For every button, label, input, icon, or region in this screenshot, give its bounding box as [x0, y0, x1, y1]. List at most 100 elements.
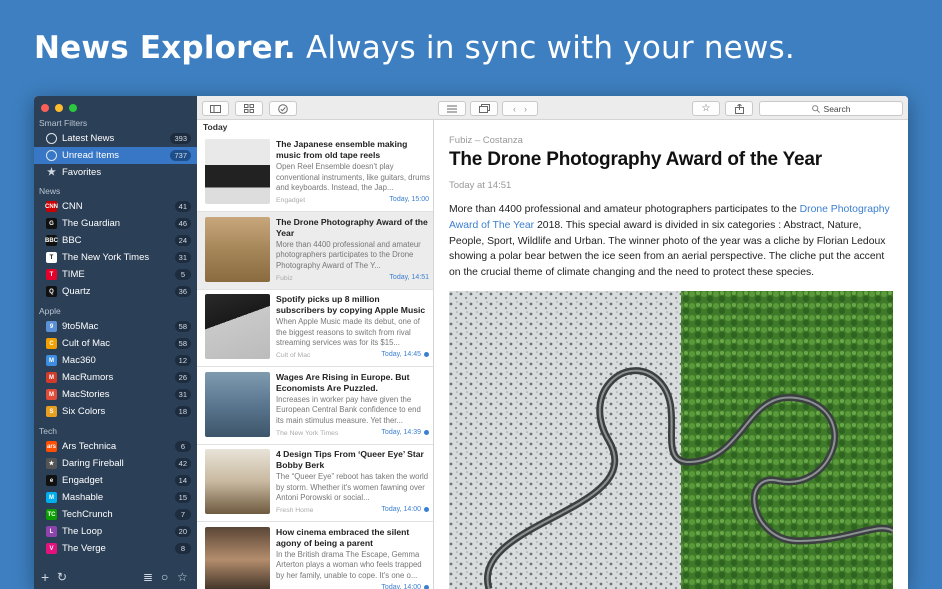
sidebar-item[interactable]: ars Ars Technica 6 [34, 438, 197, 455]
article-list-item[interactable]: Wages Are Rising in Europe. But Economis… [197, 367, 433, 445]
article-list-pane: Today The Japanese ensemble making music… [197, 96, 434, 589]
sidebar-item[interactable]: G The Guardian 46 [34, 215, 197, 232]
sidebar: Smart Filters Latest News 393 Unread Items 7… [34, 96, 197, 589]
open-in-browser-button[interactable] [470, 101, 498, 116]
source-logo-icon: L [46, 526, 57, 537]
article-item-time-text: Today, 14:39 [381, 428, 421, 436]
sidebar-item[interactable]: M Mac360 12 [34, 352, 197, 369]
unread-count-badge: 36 [174, 286, 191, 297]
unread-count-badge: 393 [170, 133, 191, 144]
article-list-item[interactable]: Spotify picks up 8 million subscribers b… [197, 289, 433, 367]
article-body-text: More than 4400 professional and amateur … [449, 204, 800, 215]
sidebar-item[interactable]: BBC BBC 24 [34, 232, 197, 249]
share-button[interactable] [725, 101, 753, 116]
reader-pane: ‹ › ☆ Search Fubiz – Costanza The Drone … [434, 96, 908, 589]
sidebar-item-label: Quartz [62, 286, 91, 297]
sidebar-item-label: TechCrunch [62, 509, 113, 520]
unread-count-badge: 31 [174, 389, 191, 400]
sidebar-item[interactable]: Q Quartz 36 [34, 283, 197, 300]
sidebar-item-label: TIME [62, 269, 85, 280]
article-item-title: Wages Are Rising in Europe. But Economis… [276, 371, 410, 393]
sidebar-item-label: 9to5Mac [62, 321, 99, 332]
list-view-icon[interactable]: ≣ [143, 570, 153, 584]
toggle-sidebar-button[interactable] [202, 101, 229, 116]
sidebar-footer: + ↻ ≣ ○ ☆ [34, 567, 197, 589]
article-item-title: 4 Design Tips From ‘Queer Eye’ Star Bobb… [276, 449, 424, 470]
article-item-title: The Japanese ensemble making music from … [276, 139, 408, 160]
add-feed-icon[interactable]: + [41, 569, 49, 585]
article-item-snippet: When Apple Music made its debut, one of … [276, 317, 420, 348]
sidebar-item[interactable]: S Six Colors 18 [34, 403, 197, 420]
unread-count-badge: 58 [174, 321, 191, 332]
minimize-window-button[interactable] [55, 104, 63, 112]
sidebar-item-label: Six Colors [62, 406, 106, 417]
sidebar-item[interactable]: M Mashable 15 [34, 489, 197, 506]
article-item-snippet: Increases in worker pay have given the E… [276, 394, 421, 425]
favorite-button[interactable]: ☆ [692, 101, 720, 116]
reader-mode-button[interactable] [438, 101, 466, 116]
sidebar-section-title: Apple [39, 306, 61, 316]
source-logo-icon: CNN [45, 201, 58, 212]
sidebar-item[interactable]: L The Loop 20 [34, 523, 197, 540]
article-list-item[interactable]: How cinema embraced the silent agony of … [197, 522, 433, 589]
unread-count-badge: 12 [174, 355, 191, 366]
unread-count-badge: 31 [174, 252, 191, 263]
source-logo-icon: TC [46, 509, 57, 520]
prev-next-buttons[interactable]: ‹ › [502, 101, 538, 116]
source-logo-icon: C [46, 338, 57, 349]
sidebar-item[interactable]: T The New York Times 31 [34, 249, 197, 266]
zoom-window-button[interactable] [69, 104, 77, 112]
sidebar-item[interactable]: e Engadget 14 [34, 472, 197, 489]
mark-all-read-button[interactable] [269, 101, 297, 116]
reader-toolbar: ‹ › ☆ Search [434, 96, 908, 120]
sidebar-item[interactable]: C Cult of Mac 58 [34, 335, 197, 352]
unread-count-badge: 6 [175, 441, 191, 452]
source-logo-icon: e [46, 475, 57, 486]
article-list-item[interactable]: 4 Design Tips From ‘Queer Eye’ Star Bobb… [197, 444, 433, 522]
unread-count-badge: 26 [174, 372, 191, 383]
sidebar-item[interactable]: M MacStories 31 [34, 386, 197, 403]
list-toolbar [197, 96, 434, 120]
grid-view-button[interactable] [235, 101, 263, 116]
sidebar-item-label: Mashable [62, 492, 104, 503]
source-logo-icon: Q [46, 286, 57, 297]
sidebar-item[interactable]: TC TechCrunch 7 [34, 506, 197, 523]
article-date: Today at 14:51 [449, 180, 512, 191]
refresh-icon[interactable]: ↻ [57, 570, 67, 584]
sidebar-item[interactable]: Unread Items 737 [34, 147, 197, 164]
sidebar-item-label: Cult of Mac [62, 338, 111, 349]
star-filter-icon[interactable]: ☆ [177, 570, 188, 584]
sidebar-item[interactable]: ★ Favorites [34, 164, 197, 181]
sidebar-item[interactable]: T TIME 5 [34, 266, 197, 283]
sidebar-item-label: The New York Times [62, 252, 150, 263]
sidebar-item[interactable]: 9 9to5Mac 58 [34, 318, 197, 335]
unread-count-badge: 5 [175, 269, 191, 280]
article-list-item[interactable]: The Drone Photography Award of the Year M… [197, 211, 433, 290]
sidebar-item[interactable]: ★ Daring Fireball 42 [34, 455, 197, 472]
sidebar-item[interactable]: CNN CNN 41 [34, 198, 197, 215]
share-icon [734, 103, 744, 114]
article-item-time: Today, 14:51 [389, 274, 429, 281]
article-item-snippet: The “Queer Eye” reboot has taken the wor… [276, 472, 429, 503]
source-logo-icon: M [46, 492, 57, 503]
source-logo-icon: G [46, 218, 57, 229]
article-item-source: Cult of Mac [276, 352, 311, 359]
sidebar-item[interactable]: M MacRumors 26 [34, 369, 197, 386]
chevron-right-icon[interactable]: › [524, 104, 527, 114]
sidebar-item-label: Latest News [62, 133, 115, 144]
source-logo-icon: ★ [46, 458, 57, 469]
sidebar-item[interactable]: Latest News 393 [34, 130, 197, 147]
search-input[interactable]: Search [759, 101, 903, 116]
sidebar-item[interactable]: V The Verge 8 [34, 540, 197, 557]
unread-count-badge: 42 [174, 458, 191, 469]
unread-count-badge: 20 [174, 526, 191, 537]
article-body: More than 4400 professional and amateur … [449, 202, 895, 281]
chevron-left-icon[interactable]: ‹ [513, 104, 516, 114]
unread-dot-icon [424, 584, 429, 589]
sidebar-item-label: MacRumors [62, 372, 114, 383]
unread-filter-icon[interactable]: ○ [161, 570, 168, 584]
article-item-snippet: Open Reel Ensemble doesn't play conventi… [276, 162, 430, 193]
text-lines-icon [447, 105, 457, 112]
close-window-button[interactable] [41, 104, 49, 112]
article-list-item[interactable]: The Japanese ensemble making music from … [197, 134, 433, 212]
